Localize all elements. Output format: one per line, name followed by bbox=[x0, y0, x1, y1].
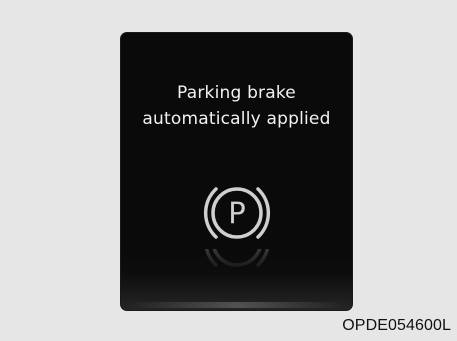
parking-brake-letter: P bbox=[228, 196, 246, 230]
cluster-display: Parking brake automatically applied P bbox=[121, 33, 352, 310]
message-line-2: automatically applied bbox=[142, 109, 331, 129]
screen-bottom-edge bbox=[129, 302, 344, 308]
parking-brake-icon: P bbox=[199, 175, 275, 251]
figure-code: OPDE054600L bbox=[342, 317, 451, 334]
screen-bottom-glow bbox=[121, 250, 352, 310]
warning-message: Parking brake automatically applied bbox=[121, 80, 352, 132]
message-line-1: Parking brake bbox=[177, 83, 296, 103]
